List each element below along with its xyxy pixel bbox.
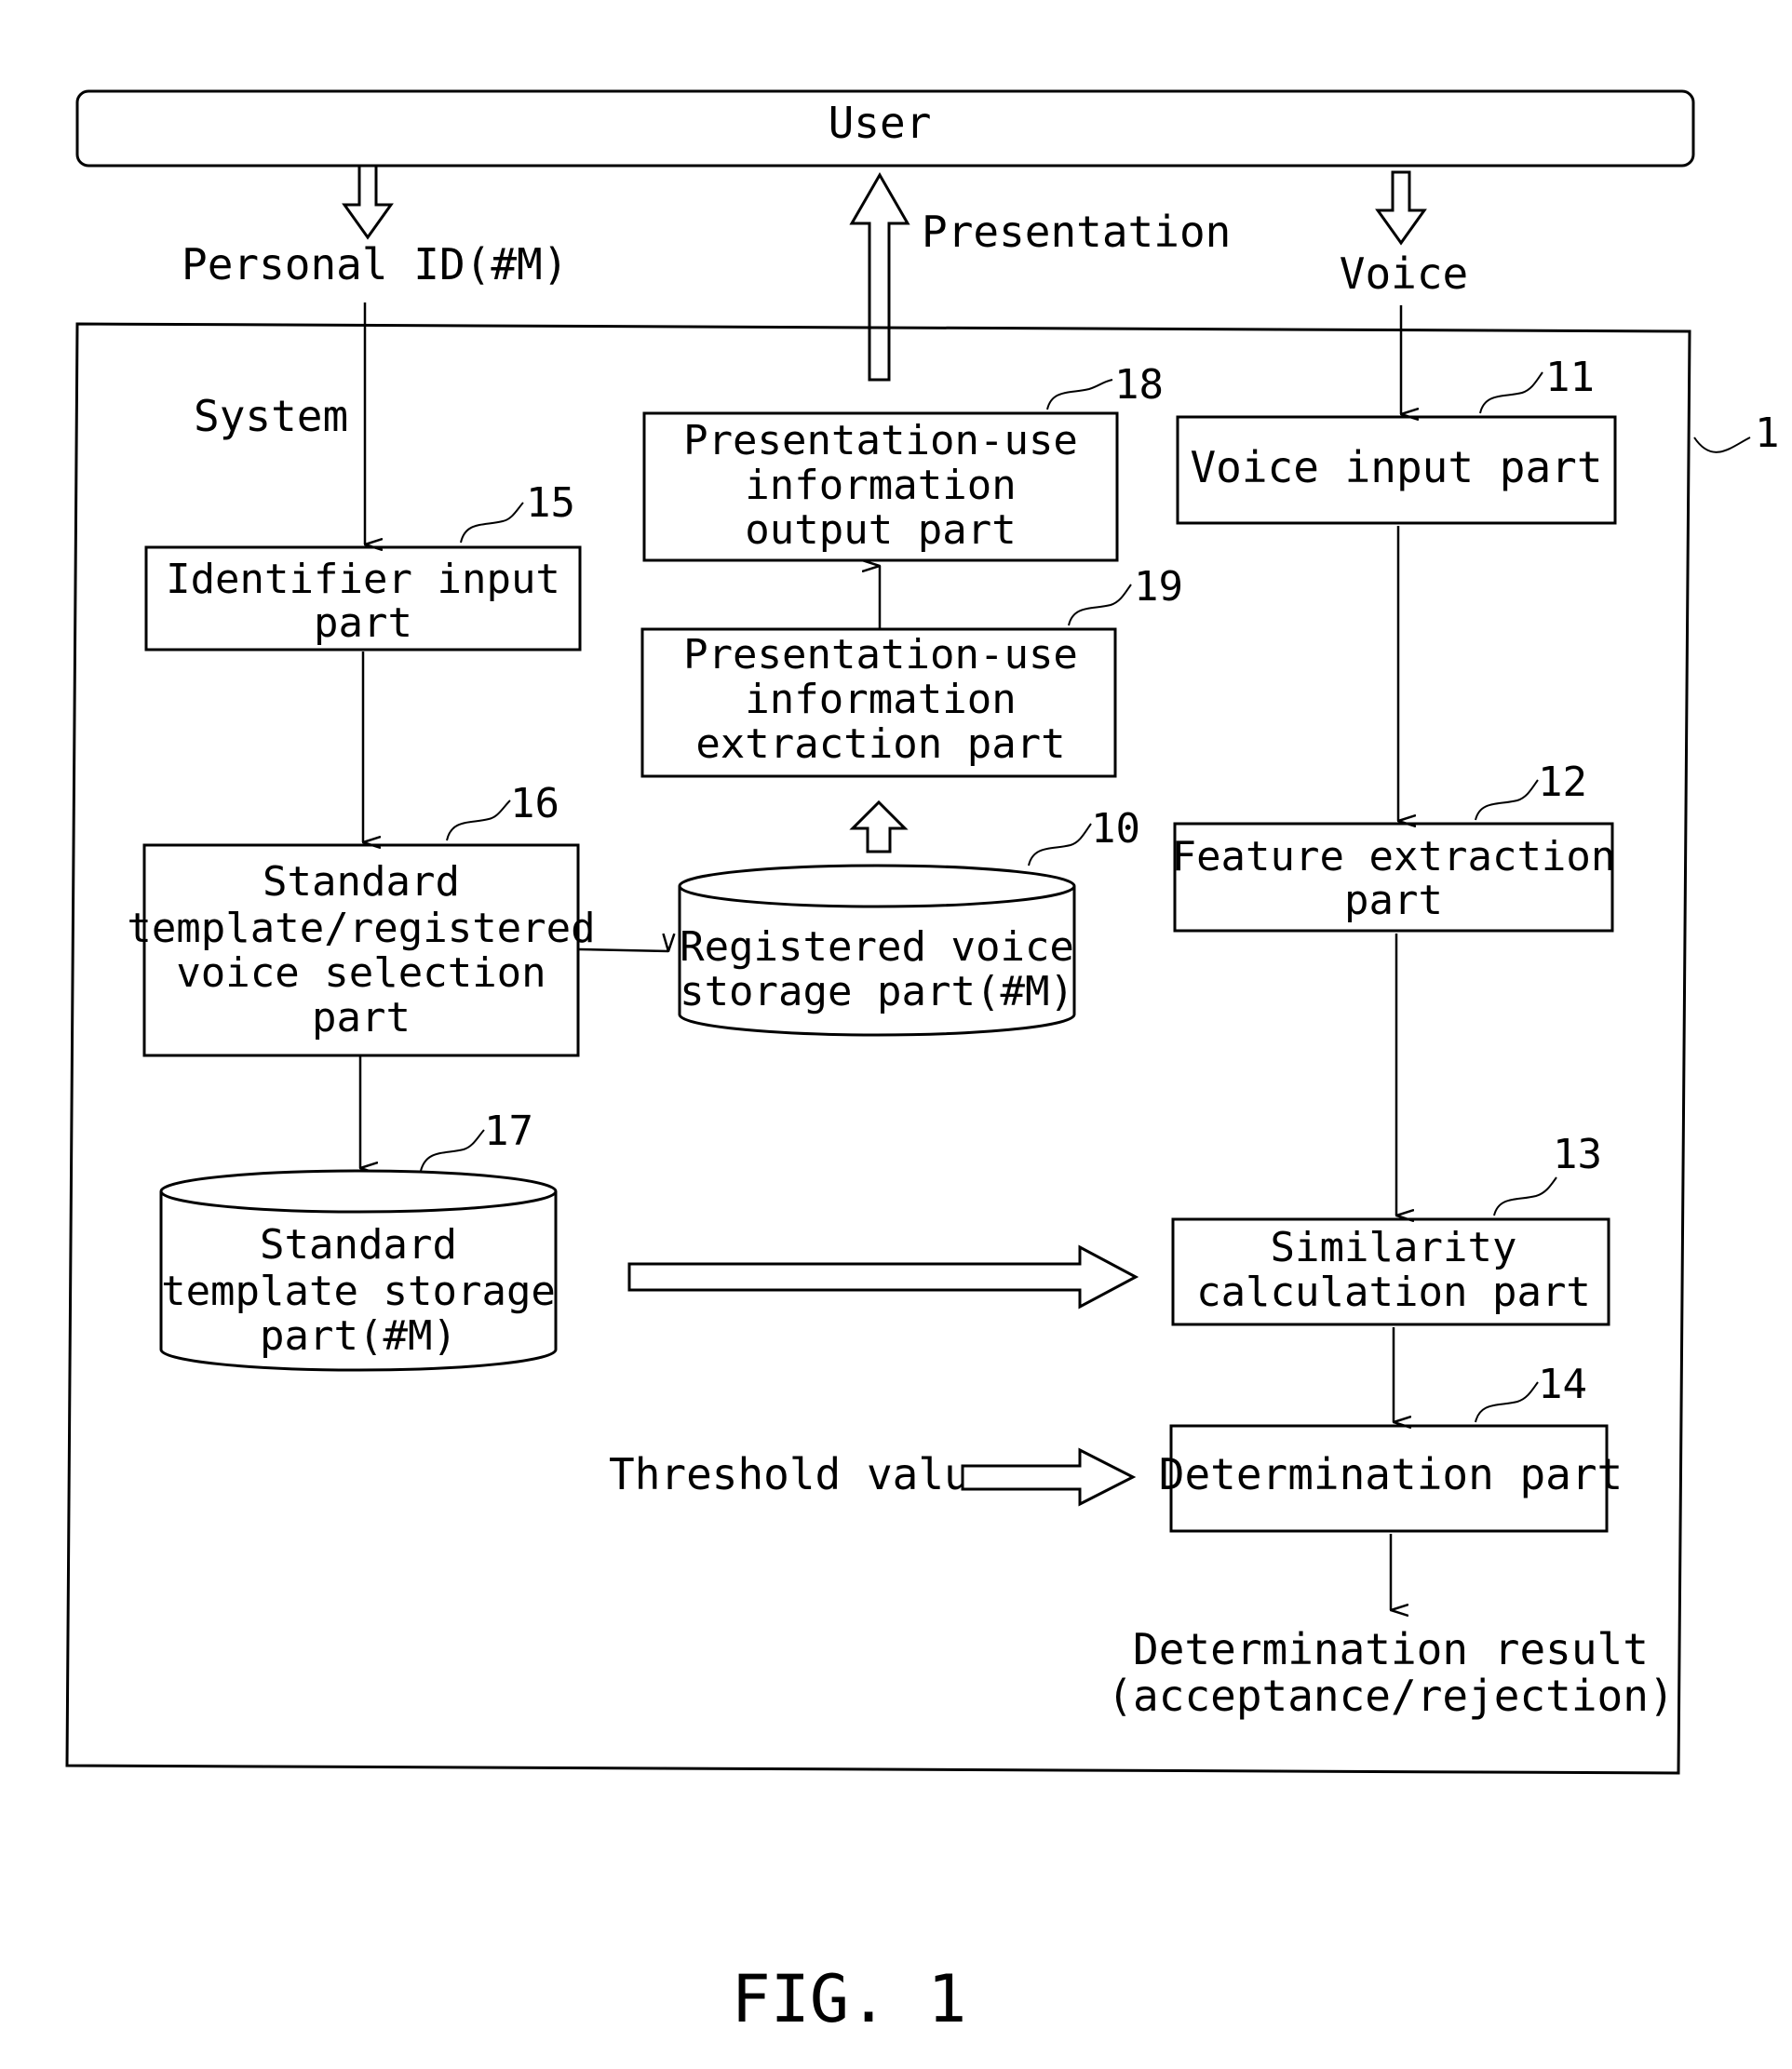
- ref-14: 14: [1538, 1361, 1587, 1408]
- svg-text:Determination part: Determination part: [1159, 1449, 1624, 1499]
- block-12-feature-extraction: Feature extraction part 12: [1172, 759, 1616, 933]
- personal-id-label: Personal ID(#M): [182, 239, 568, 289]
- template-to-similarity-arrow-icon: [627, 1244, 1139, 1310]
- svg-text:template/registered: template/registered: [127, 905, 595, 952]
- svg-text:Presentation-use: Presentation-use: [683, 631, 1078, 678]
- db-17-standard-template-storage: Standard template storage part(#M) 17: [159, 1108, 558, 1372]
- svg-text:part: part: [312, 994, 411, 1041]
- block-11-voice-input: Voice input part 11: [1176, 354, 1617, 525]
- svg-text:information: information: [745, 462, 1016, 509]
- system-label: System: [194, 391, 348, 441]
- ref-13: 13: [1553, 1131, 1602, 1178]
- block-14-determination: Determination part 14: [1159, 1361, 1624, 1533]
- svg-text:Registered voice: Registered voice: [680, 923, 1074, 971]
- svg-text:Feature extraction: Feature extraction: [1172, 833, 1616, 880]
- svg-text:voice selection: voice selection: [176, 949, 546, 997]
- threshold-label: Threshold value: [609, 1449, 995, 1499]
- block-15-identifier-input: Identifier input part 15: [144, 479, 582, 652]
- svg-text:information: information: [745, 676, 1016, 723]
- svg-text:part: part: [314, 599, 412, 647]
- voice-arrow-icon: [1375, 170, 1427, 246]
- personal-id-arrow-icon: [342, 164, 394, 240]
- svg-text:part(#M): part(#M): [260, 1312, 457, 1360]
- ref-11: 11: [1545, 354, 1595, 401]
- system-ref-leader: [1693, 437, 1751, 453]
- block-diagram: User Personal ID(#M) Presentation Voice …: [65, 89, 1780, 2037]
- block-16-template-voice-selection: Standard template/registered voice selec…: [127, 780, 596, 1057]
- user-label: User: [829, 98, 932, 148]
- ref-17: 17: [484, 1108, 533, 1155]
- presentation-arrow-icon: [849, 171, 910, 382]
- db-10-registered-voice-storage: Registered voice storage part(#M) 10: [678, 805, 1140, 1037]
- figure-caption: FIG. 1: [732, 1961, 967, 2037]
- svg-text:Voice input part: Voice input part: [1190, 442, 1602, 492]
- svg-text:part: part: [1344, 877, 1443, 924]
- svg-text:Presentation-use: Presentation-use: [683, 417, 1078, 464]
- ref-10: 10: [1091, 805, 1140, 853]
- block-19-presentation-extraction: Presentation-use information extraction …: [640, 563, 1183, 778]
- ref-19: 19: [1134, 563, 1183, 611]
- svg-text:storage part(#M): storage part(#M): [680, 968, 1074, 1015]
- svg-text:Identifier input: Identifier input: [166, 556, 560, 603]
- svg-text:calculation part: calculation part: [1196, 1269, 1591, 1316]
- voice-label: Voice: [1340, 249, 1468, 299]
- block-18-presentation-output: Presentation-use information output part…: [642, 361, 1164, 562]
- db10-to-b19-arrow-icon: [849, 799, 909, 853]
- svg-text:template storage: template storage: [161, 1268, 556, 1315]
- result-line-2: (acceptance/rejection): [1107, 1671, 1674, 1721]
- system-ref: 1: [1755, 410, 1780, 457]
- svg-text:extraction part: extraction part: [695, 720, 1065, 768]
- ref-12: 12: [1538, 759, 1587, 806]
- result-line-1: Determination result: [1133, 1624, 1649, 1674]
- svg-text:Similarity: Similarity: [1271, 1224, 1517, 1271]
- ref-18: 18: [1114, 361, 1164, 409]
- ref-15: 15: [526, 479, 575, 527]
- svg-text:output part: output part: [745, 506, 1016, 554]
- presentation-label: Presentation: [922, 207, 1231, 257]
- svg-text:Standard: Standard: [260, 1221, 457, 1269]
- ref-16: 16: [510, 780, 559, 827]
- svg-text:Standard: Standard: [263, 858, 460, 906]
- block-13-similarity-calculation: Similarity calculation part 13: [1171, 1131, 1610, 1326]
